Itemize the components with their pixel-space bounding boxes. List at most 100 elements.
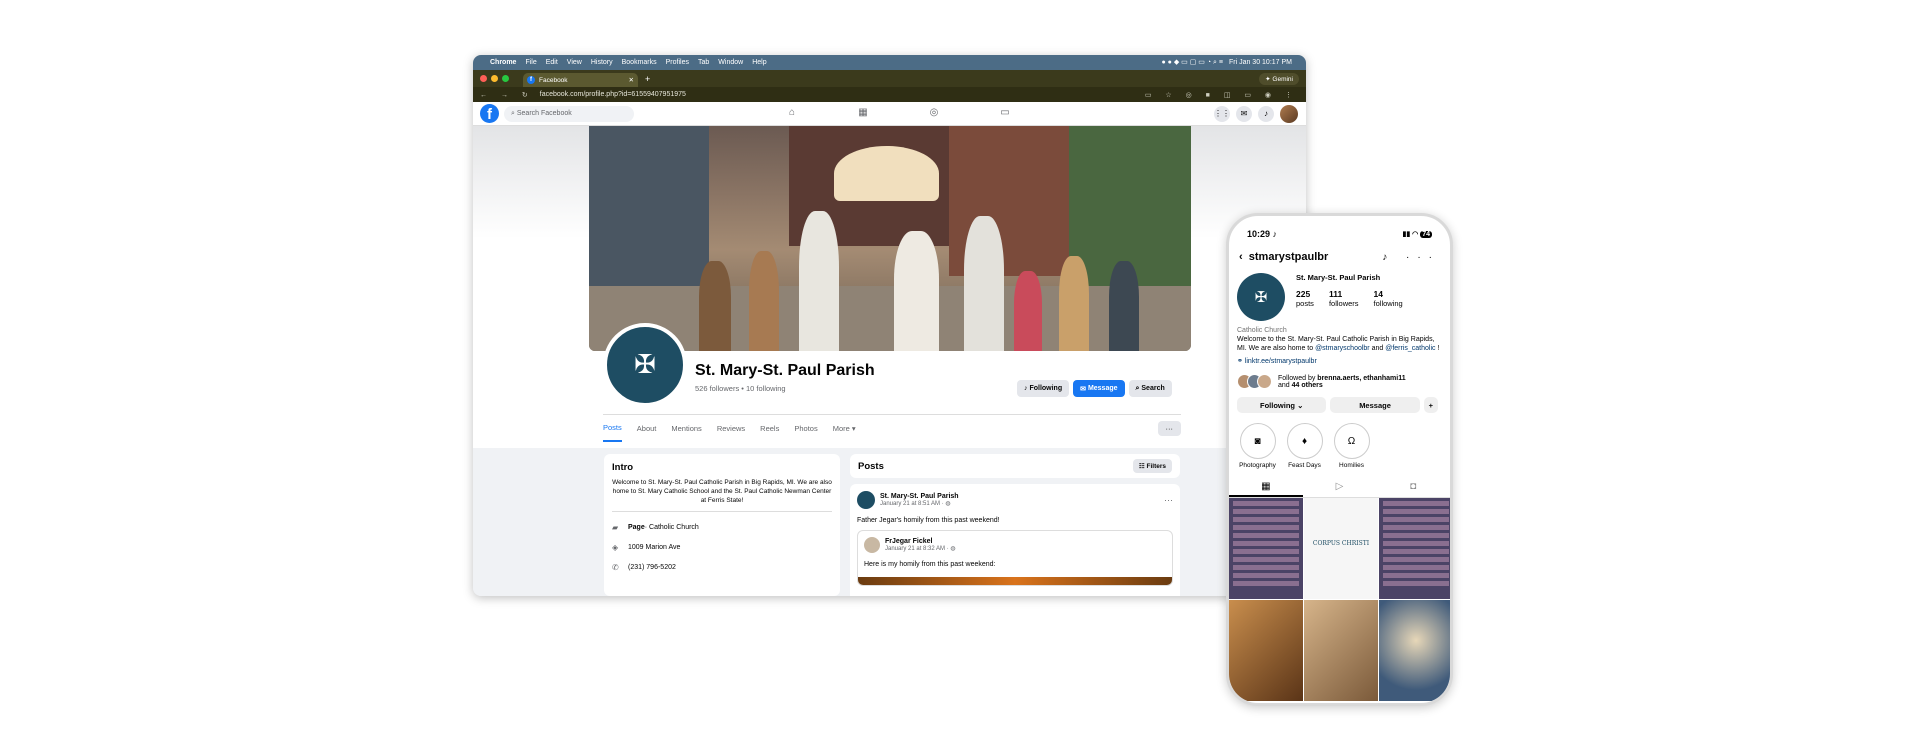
- signal-wifi-battery-icons: ▮▮ ◠ 74: [1402, 231, 1432, 238]
- follower-stats[interactable]: 526 followers • 10 following: [695, 384, 786, 393]
- post-options-icon[interactable]: ···: [1164, 495, 1173, 505]
- bell-icon: ♪: [1270, 229, 1278, 239]
- home-icon[interactable]: ⌂: [784, 107, 800, 121]
- tab-mentions[interactable]: Mentions: [671, 416, 701, 441]
- ig-bio-mention-school[interactable]: @stmaryschoolbr: [1315, 345, 1370, 352]
- following-button[interactable]: ♪ Following: [1017, 380, 1070, 397]
- tab-more[interactable]: More ▾: [833, 416, 856, 441]
- gemini-label: Gemini: [1272, 75, 1293, 83]
- phone-text[interactable]: (231) 796-5202: [628, 564, 676, 571]
- marketplace-icon[interactable]: ▦: [855, 107, 871, 121]
- message-label: Message: [1087, 385, 1118, 392]
- gaming-icon[interactable]: ▭: [997, 107, 1013, 121]
- tab-about[interactable]: About: [637, 416, 657, 441]
- window-controls[interactable]: [480, 75, 513, 82]
- ig-header-icons[interactable]: ♪ ···: [1382, 252, 1440, 263]
- new-tab-icon[interactable]: +: [645, 74, 650, 84]
- profile-picture[interactable]: ✠: [603, 323, 687, 407]
- grid-post[interactable]: [1304, 600, 1378, 702]
- shared-author[interactable]: FrJegar Fickel: [885, 538, 956, 545]
- post-date[interactable]: January 21 at 8:51 AM ·: [880, 501, 945, 507]
- menu-history[interactable]: History: [591, 59, 613, 66]
- shared-date[interactable]: January 21 at 8:32 AM ·: [885, 546, 950, 552]
- close-tab-icon[interactable]: ✕: [629, 76, 634, 84]
- ig-avatar[interactable]: ✠: [1237, 273, 1285, 321]
- ig-followers-count[interactable]: 111 followers: [1329, 289, 1359, 308]
- ig-following-button[interactable]: Following ⌄: [1237, 397, 1327, 414]
- datetime: Fri Jan 30 10:17 PM: [1228, 59, 1292, 66]
- menu-grid-icon[interactable]: ⋮⋮: [1214, 105, 1230, 122]
- status-icons[interactable]: ● ● ◆ ▭ ▢ ▭ ◔ ⌕ ≡: [1161, 58, 1222, 67]
- facebook-logo-icon[interactable]: f: [480, 104, 499, 123]
- cover-photo[interactable]: [589, 126, 1191, 351]
- highlight-label: Homilies: [1339, 462, 1364, 470]
- highlight-photography[interactable]: ◙ Photography: [1235, 423, 1280, 469]
- followed-names: brenna.aerts, ethanhami11: [1317, 374, 1406, 382]
- tab-facebook[interactable]: f Facebook ✕: [523, 73, 638, 87]
- ig-bio-end: !: [1435, 345, 1440, 353]
- grid-post[interactable]: [1379, 600, 1450, 702]
- shared-image[interactable]: [858, 577, 1172, 585]
- gemini-button[interactable]: ✦ Gemini: [1259, 72, 1299, 85]
- notifications-icon[interactable]: ♪: [1258, 105, 1274, 122]
- address-bar-row: ← → ↻ facebook.com/profile.php?id=615594…: [473, 87, 1306, 102]
- more-options-button[interactable]: ···: [1157, 421, 1181, 436]
- grid-post-text: CORPUS CHRISTI: [1312, 540, 1370, 548]
- ig-message-button[interactable]: Message: [1330, 397, 1420, 414]
- ig-posts-count[interactable]: 225 posts: [1296, 289, 1314, 308]
- browser-window: Chrome File Edit View History Bookmarks …: [473, 55, 1306, 596]
- search-button[interactable]: ⌕ Search: [1128, 380, 1172, 397]
- url-field[interactable]: facebook.com/profile.php?id=615594079519…: [540, 91, 686, 98]
- reels-tab-icon[interactable]: ▷: [1303, 478, 1377, 497]
- ig-followed-by[interactable]: Followed by brenna.aerts, ethanhami11 an…: [1229, 365, 1450, 390]
- tab-strip: f Facebook ✕ + ✦ Gemini: [473, 70, 1306, 87]
- highlight-homilies[interactable]: Ω Homilies: [1329, 423, 1374, 469]
- ig-bio-mention-ferris[interactable]: @ferris_catholic: [1385, 345, 1435, 352]
- messenger-icon[interactable]: ✉: [1236, 105, 1252, 122]
- menu-help[interactable]: Help: [752, 59, 766, 66]
- nav-buttons[interactable]: ← → ↻: [480, 91, 534, 99]
- back-icon[interactable]: ‹: [1239, 251, 1249, 263]
- following-label: Following: [1029, 385, 1063, 392]
- ig-following-count[interactable]: 14 following: [1374, 289, 1403, 308]
- shared-post[interactable]: FrJegar Fickel January 21 at 8:32 AM · ◍…: [857, 530, 1173, 586]
- grid-tab-icon[interactable]: ▦: [1229, 478, 1303, 498]
- message-button[interactable]: ✉ Message: [1073, 380, 1125, 397]
- grid-post[interactable]: [1229, 600, 1303, 702]
- tab-photos[interactable]: Photos: [794, 416, 817, 441]
- toolbar-icons[interactable]: ▭ ☆ ◎ ■ ◫ ▭ ◉ ⋮: [1145, 91, 1298, 99]
- tab-posts[interactable]: Posts: [603, 415, 622, 442]
- groups-icon[interactable]: ◎: [926, 107, 942, 121]
- account-avatar[interactable]: [1280, 104, 1298, 123]
- post-avatar[interactable]: [857, 491, 875, 509]
- post-author[interactable]: St. Mary-St. Paul Parish: [880, 493, 959, 500]
- tagged-tab-icon[interactable]: ◘: [1376, 478, 1450, 497]
- menu-tab[interactable]: Tab: [698, 59, 709, 66]
- menu-file[interactable]: File: [525, 59, 536, 66]
- add-person-icon[interactable]: +: [1423, 397, 1439, 414]
- menu-edit[interactable]: Edit: [546, 59, 558, 66]
- ig-posts-value: 225: [1296, 289, 1311, 299]
- menu-view[interactable]: View: [567, 59, 582, 66]
- grid-post[interactable]: [1229, 498, 1303, 600]
- flag-icon: ▰: [612, 523, 619, 533]
- filters-button[interactable]: ☷ Filters: [1132, 459, 1172, 473]
- shared-avatar[interactable]: [864, 537, 880, 553]
- highlight-label: Feast Days: [1288, 462, 1321, 470]
- address-text[interactable]: 1009 Marion Ave: [628, 544, 680, 551]
- menu-window[interactable]: Window: [718, 59, 743, 66]
- menu-chrome[interactable]: Chrome: [490, 59, 516, 66]
- tab-reels[interactable]: Reels: [760, 416, 779, 441]
- highlight-feast-days[interactable]: ♦ Feast Days: [1282, 423, 1327, 469]
- intro-description: Welcome to St. Mary-St. Paul Catholic Pa…: [612, 479, 832, 513]
- grid-post[interactable]: CORPUS CHRISTI: [1304, 498, 1378, 600]
- tab-reviews[interactable]: Reviews: [717, 416, 745, 441]
- grid-post[interactable]: [1379, 498, 1450, 600]
- menu-bookmarks[interactable]: Bookmarks: [622, 59, 657, 66]
- search-input[interactable]: ⌕ Search Facebook: [504, 105, 634, 122]
- posts-header: Posts ☷ Filters: [850, 454, 1180, 478]
- menu-profiles[interactable]: Profiles: [666, 59, 689, 66]
- profile-header: ✠ St. Mary-St. Paul Parish 526 followers…: [473, 126, 1306, 448]
- camera-icon: ◙: [1239, 423, 1276, 460]
- ig-link[interactable]: ⚭ linktr.ee/stmarystpaulbr: [1229, 353, 1450, 365]
